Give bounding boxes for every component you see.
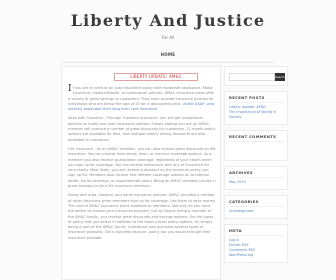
widget-title: CATEGORIES	[229, 199, 284, 207]
search-widget: Search	[224, 66, 288, 86]
widget-title: META	[229, 228, 284, 236]
post-title-tag[interactable]: LIBERTY UPDATE: AM&C	[114, 73, 198, 81]
recent-post-link[interactable]: The Importance of Voting in Society	[229, 110, 284, 120]
search-input[interactable]	[229, 73, 275, 81]
header-divider	[62, 62, 274, 63]
archive-link[interactable]: May 2019	[229, 180, 284, 185]
archives-widget: ARCHIVES May 2019	[224, 166, 288, 190]
recent-comments-widget: RECENT COMMENTS	[224, 130, 288, 161]
post-article: LIBERTY UPDATE: AM&C I f you are in need…	[61, 66, 221, 280]
dropcap: I	[68, 84, 72, 94]
search-button[interactable]: Search	[275, 73, 285, 81]
nav-home-link[interactable]: HOME	[0, 52, 336, 57]
categories-widget: CATEGORIES Uncategorized	[224, 195, 288, 219]
widget-title: RECENT POSTS	[229, 95, 284, 103]
post-paragraph: I f you are in need of an auto insurance…	[68, 84, 216, 112]
site-header: Liberty And Justice For All HOME	[0, 0, 336, 70]
post-body: I f you are in need of an auto insurance…	[68, 84, 216, 245]
site-tagline: For All	[161, 35, 175, 40]
meta-widget: META Log in Entries RSS Comments RSS Wor…	[224, 224, 288, 263]
post-paragraph: Save with Travelers - Through Travelers …	[68, 116, 216, 142]
widget-title: ARCHIVES	[229, 170, 284, 178]
widget-empty	[229, 144, 284, 156]
post-paragraph: Along with auto, medical, and home insur…	[68, 193, 216, 240]
sidebar: Search RECENT POSTS Liberty Update: AM&C…	[224, 66, 288, 268]
widget-title: RECENT COMMENTS	[229, 134, 284, 142]
site-title[interactable]: Liberty And Justice	[0, 11, 336, 30]
meta-link[interactable]: WordPress.org	[229, 253, 284, 258]
search-box: Search	[229, 73, 285, 81]
category-link[interactable]: Uncategorized	[229, 209, 284, 214]
post-paragraph: Life insurance - As an AM&C member, you …	[68, 146, 216, 189]
recent-posts-widget: RECENT POSTS Liberty Update: AM&C The Im…	[224, 91, 288, 125]
